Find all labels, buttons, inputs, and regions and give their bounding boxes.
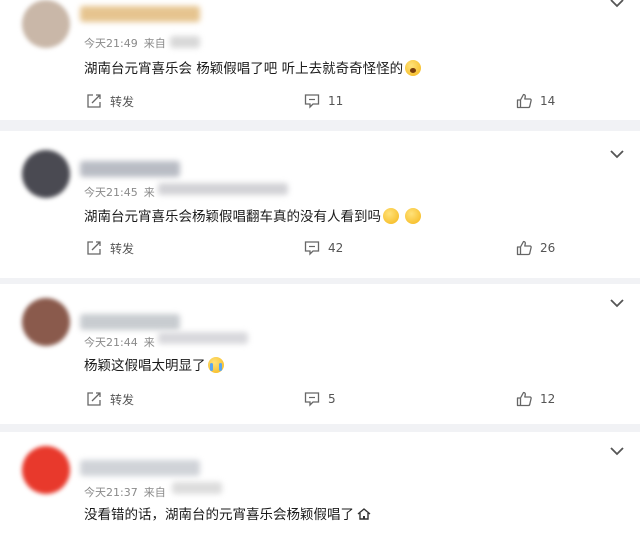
comment-count: 11 (328, 94, 344, 108)
like-icon (516, 93, 532, 109)
comment-text: 杨颖这假唱太明显了 (84, 354, 224, 374)
repost-button[interactable]: 转发 (86, 389, 134, 409)
repost-button[interactable]: 转发 (86, 91, 134, 111)
comment-icon (304, 392, 320, 407)
avatar[interactable] (22, 446, 70, 494)
gasp-emoji-icon (405, 60, 422, 76)
repost-button[interactable]: 转发 (86, 238, 134, 258)
username-blurred[interactable] (80, 161, 180, 177)
action-bar: 转发 5 12 (0, 389, 640, 409)
comment-button[interactable]: 42 (304, 238, 343, 258)
comment-text: 湖南台元宵喜乐会杨颖假唱翻车真的没有人看到吗 (84, 205, 421, 225)
avatar[interactable] (22, 298, 70, 346)
comment-meta: 今天21:44 来 (84, 334, 155, 350)
comment-time: 今天21:37 (84, 486, 138, 499)
like-count: 12 (540, 392, 556, 406)
face-emoji-icon (383, 208, 399, 224)
like-button[interactable]: 26 (516, 238, 555, 258)
username-blurred[interactable] (80, 6, 200, 22)
repost-icon (87, 392, 101, 406)
avatar[interactable] (22, 150, 70, 198)
comment-source: 来自 (143, 486, 166, 499)
comment-button[interactable]: 5 (304, 389, 336, 409)
like-button[interactable]: 14 (516, 91, 555, 111)
comment-icon (304, 241, 320, 256)
comment-source: 来 (143, 336, 155, 349)
source-blurred (170, 36, 200, 48)
chevron-down-icon[interactable] (610, 149, 624, 159)
comment-source: 来 (143, 186, 155, 199)
username-blurred[interactable] (80, 314, 180, 330)
like-button[interactable]: 12 (516, 389, 555, 409)
comment-text: 没看错的话，湖南台的元宵喜乐会杨颖假唱了 (84, 503, 371, 523)
repost-label: 转发 (110, 241, 135, 256)
comment-text-content: 湖南台元宵喜乐会杨颖假唱翻车真的没有人看到吗 (84, 209, 381, 225)
like-icon (516, 240, 532, 256)
face-emoji-icon (405, 208, 421, 224)
like-icon (516, 391, 532, 407)
comment-source: 来自 (143, 37, 166, 50)
repost-label: 转发 (110, 94, 135, 109)
repost-icon (87, 94, 101, 108)
comment-text: 湖南台元宵喜乐会 杨颖假唱了吧 听上去就奇奇怪怪的 (84, 57, 422, 77)
chevron-down-icon[interactable] (610, 446, 624, 456)
username-blurred[interactable] (80, 460, 200, 476)
comment-text-content: 杨颖这假唱太明显了 (84, 358, 206, 374)
comment-meta: 今天21:45 来 (84, 184, 155, 200)
comment-time: 今天21:45 (84, 186, 138, 199)
source-blurred (158, 332, 248, 344)
comment-meta: 今天21:49 来自 (84, 35, 166, 51)
comment-count: 5 (328, 392, 336, 406)
source-blurred (172, 482, 222, 494)
house-emoji-icon (357, 508, 371, 520)
action-bar: 转发 42 26 (0, 238, 640, 258)
chevron-down-icon[interactable] (610, 298, 624, 308)
comment-text-content: 湖南台元宵喜乐会 杨颖假唱了吧 听上去就奇奇怪怪的 (84, 61, 404, 77)
action-bar: 转发 11 14 (0, 91, 640, 111)
repost-label: 转发 (110, 392, 135, 407)
comment-text-content: 没看错的话，湖南台的元宵喜乐会杨颖假唱了 (84, 507, 354, 523)
comment-time: 今天21:49 (84, 37, 138, 50)
comment-button[interactable]: 11 (304, 91, 343, 111)
crying-emoji-icon (207, 357, 224, 373)
comment-card-4: 今天21:37 来自 没看错的话，湖南台的元宵喜乐会杨颖假唱了 (0, 432, 640, 542)
repost-icon (87, 241, 101, 255)
like-count: 14 (540, 94, 556, 108)
chevron-down-icon[interactable] (610, 0, 624, 8)
comment-icon (304, 94, 320, 109)
source-blurred (158, 183, 288, 195)
avatar[interactable] (22, 0, 70, 48)
like-count: 26 (540, 241, 556, 255)
comment-count: 42 (328, 241, 344, 255)
comment-meta: 今天21:37 来自 (84, 484, 166, 500)
comment-time: 今天21:44 (84, 336, 138, 349)
